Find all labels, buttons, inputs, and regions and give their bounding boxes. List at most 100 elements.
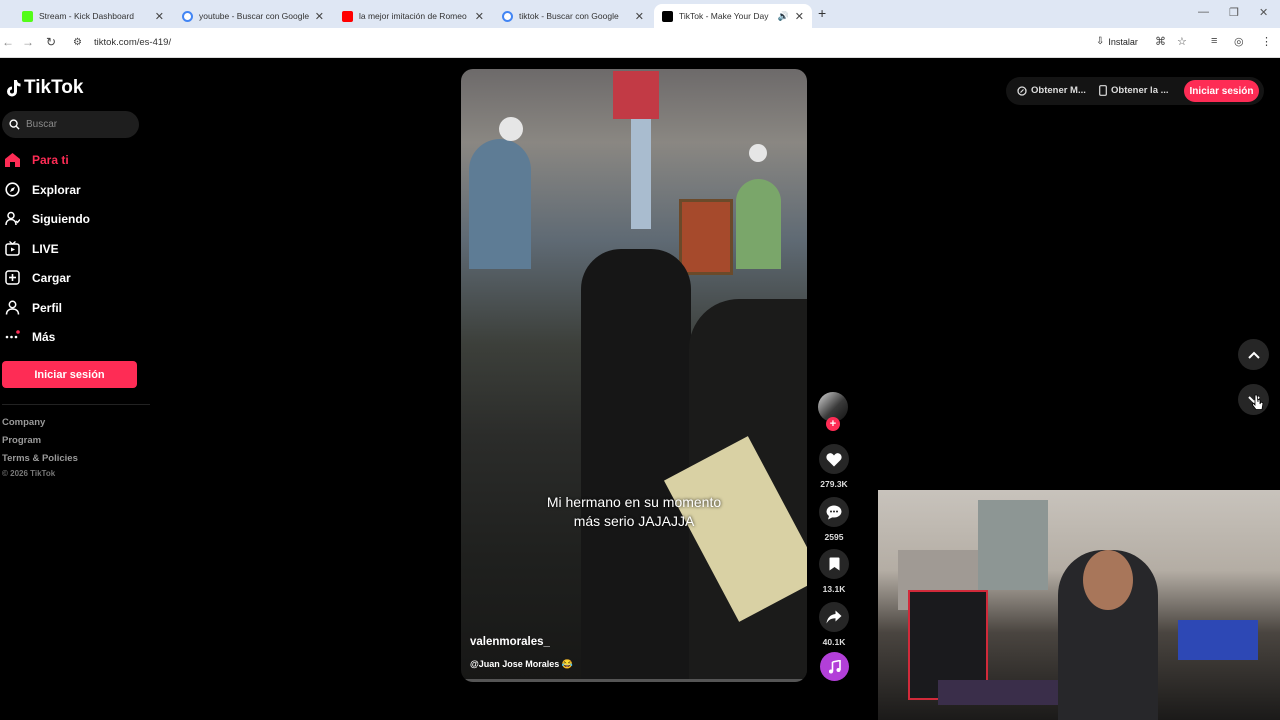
translate-icon[interactable]: ⌘ (1155, 35, 1166, 48)
footer-link-company[interactable]: Company (2, 417, 45, 428)
close-tab-icon[interactable]: ✕ (635, 10, 644, 23)
like-action[interactable]: 279.3K (818, 444, 850, 489)
video-scene-column (631, 119, 651, 229)
video-scene-window (736, 179, 781, 269)
sidebar-item-mas[interactable]: Más (5, 329, 55, 344)
close-tab-icon[interactable]: ✕ (155, 10, 164, 23)
sidebar-item-perfil[interactable]: Perfil (5, 300, 62, 315)
tiktok-logo-icon (7, 80, 21, 97)
search-input[interactable] (26, 119, 126, 130)
share-icon[interactable] (819, 602, 849, 632)
video-scene-graduate (581, 249, 691, 679)
compass-icon (5, 182, 20, 197)
heart-icon[interactable] (819, 444, 849, 474)
video-progress-bar[interactable] (461, 679, 807, 682)
google-favicon-icon (182, 10, 193, 22)
search-box[interactable] (2, 111, 139, 138)
window-close-icon[interactable]: ✕ (1259, 6, 1268, 19)
video-author-username[interactable]: valenmorales_ (470, 636, 550, 648)
url-field[interactable]: tiktok.com/es-419/ (94, 37, 171, 48)
footer-link-terms[interactable]: Terms & Policies (2, 453, 78, 464)
webcam-scene-keyboard (938, 680, 1058, 705)
comment-icon[interactable] (819, 497, 849, 527)
more-icon (5, 329, 20, 344)
install-button[interactable]: ⇩ Instalar (1096, 36, 1138, 47)
sidebar-login-button[interactable]: Iniciar sesión (2, 361, 137, 388)
menu-kebab-icon[interactable]: ⋮ (1261, 35, 1272, 48)
bookmark-star-icon[interactable]: ☆ (1177, 35, 1187, 48)
home-icon (5, 152, 20, 167)
forward-icon[interactable]: → (22, 35, 34, 49)
tiktok-logo[interactable]: TikTok (5, 77, 83, 99)
sidebar-item-siguiendo[interactable]: Siguiendo (5, 211, 90, 226)
install-icon: ⇩ (1096, 36, 1105, 47)
back-icon[interactable]: ← (2, 35, 14, 49)
browser-tab-tiktok-active[interactable]: TikTok - Make Your Day 🔊 ✕ (654, 4, 812, 28)
footer-link-program[interactable]: Program (2, 435, 41, 446)
chevron-up-icon (1247, 351, 1260, 359)
tab-search-icon[interactable]: ≡ (1211, 35, 1217, 47)
copyright-text: © 2026 TikTok (2, 469, 56, 478)
profile-icon (5, 300, 20, 315)
follow-plus-icon[interactable]: + (826, 417, 840, 431)
video-scene-lamp (499, 117, 523, 141)
video-scene-lamp (749, 144, 767, 162)
browser-tab-tiktok-search[interactable]: tiktok - Buscar con Google ✕ (494, 4, 652, 28)
like-count: 279.3K (820, 479, 848, 489)
sidebar-item-para-ti[interactable]: Para ti (5, 152, 69, 167)
google-favicon-icon (502, 10, 513, 22)
maximize-icon[interactable]: ❐ (1229, 6, 1239, 19)
upload-icon (5, 270, 20, 285)
new-tab-icon[interactable]: + (818, 5, 826, 21)
browser-tab-bar: Stream - Kick Dashboard ✕ youtube - Busc… (0, 0, 1280, 28)
kick-favicon-icon (22, 10, 33, 22)
share-count: 40.1K (822, 637, 846, 647)
bookmark-icon[interactable] (819, 549, 849, 579)
coin-icon (1017, 85, 1027, 96)
speaker-icon[interactable]: 🔊 (778, 11, 789, 22)
site-info-icon[interactable]: ⚙ (73, 37, 82, 48)
get-app-button[interactable]: Obtener la ... (1099, 85, 1169, 96)
header-login-button[interactable]: Iniciar sesión (1184, 80, 1259, 102)
sidebar-item-live[interactable]: LIVE (5, 241, 59, 256)
webcam-overlay (878, 490, 1280, 720)
tiktok-favicon-icon (662, 10, 673, 22)
minimize-icon[interactable]: — (1198, 6, 1209, 18)
close-tab-icon[interactable]: ✕ (795, 10, 804, 23)
browser-tab-youtube-search[interactable]: youtube - Buscar con Google ✕ (174, 4, 332, 28)
video-scene-painting (679, 199, 733, 275)
music-disc-icon[interactable] (820, 652, 849, 681)
following-icon (5, 211, 20, 226)
share-action[interactable]: 40.1K (818, 602, 850, 647)
address-bar: ← → ↻ ⚙ tiktok.com/es-419/ ⇩ Instalar ⌘ … (0, 28, 1280, 58)
close-tab-icon[interactable]: ✕ (475, 10, 484, 23)
youtube-favicon-icon (342, 10, 353, 22)
browser-tab-kick[interactable]: Stream - Kick Dashboard ✕ (14, 4, 172, 28)
profile-icon[interactable]: ◎ (1234, 35, 1244, 48)
webcam-scene-wall-panel (978, 500, 1048, 590)
save-action[interactable]: 13.1K (818, 549, 850, 594)
reload-icon[interactable]: ↻ (46, 35, 56, 49)
previous-video-button[interactable] (1238, 339, 1269, 370)
phone-icon (1099, 85, 1107, 96)
webcam-scene-face (1083, 550, 1133, 610)
video-caption: Mi hermano en su momento más serio JAJAJ… (546, 494, 722, 529)
video-scene-column-top (613, 71, 659, 119)
sidebar-item-cargar[interactable]: Cargar (5, 270, 71, 285)
browser-tab-youtube-video[interactable]: la mejor imitación de Romeo sa ✕ (334, 4, 492, 28)
sidebar-divider (2, 404, 150, 405)
mouse-pointer-icon (1252, 394, 1264, 410)
video-player[interactable]: Mi hermano en su momento más serio JAJAJ… (461, 69, 807, 682)
webcam-scene-box (1178, 620, 1258, 660)
video-scene-arch (469, 139, 531, 269)
sidebar-item-explorar[interactable]: Explorar (5, 182, 81, 197)
get-coins-button[interactable]: Obtener M... (1017, 85, 1086, 96)
tiktok-page: TikTok Para ti Explorar Siguiendo LIVE (0, 58, 1280, 720)
video-description: @Juan Jose Morales 😂 (470, 659, 574, 669)
live-icon (5, 241, 20, 256)
search-icon (9, 119, 20, 130)
comment-count: 2595 (824, 532, 844, 542)
close-tab-icon[interactable]: ✕ (315, 10, 324, 23)
save-count: 13.1K (822, 584, 846, 594)
comment-action[interactable]: 2595 (818, 497, 850, 542)
